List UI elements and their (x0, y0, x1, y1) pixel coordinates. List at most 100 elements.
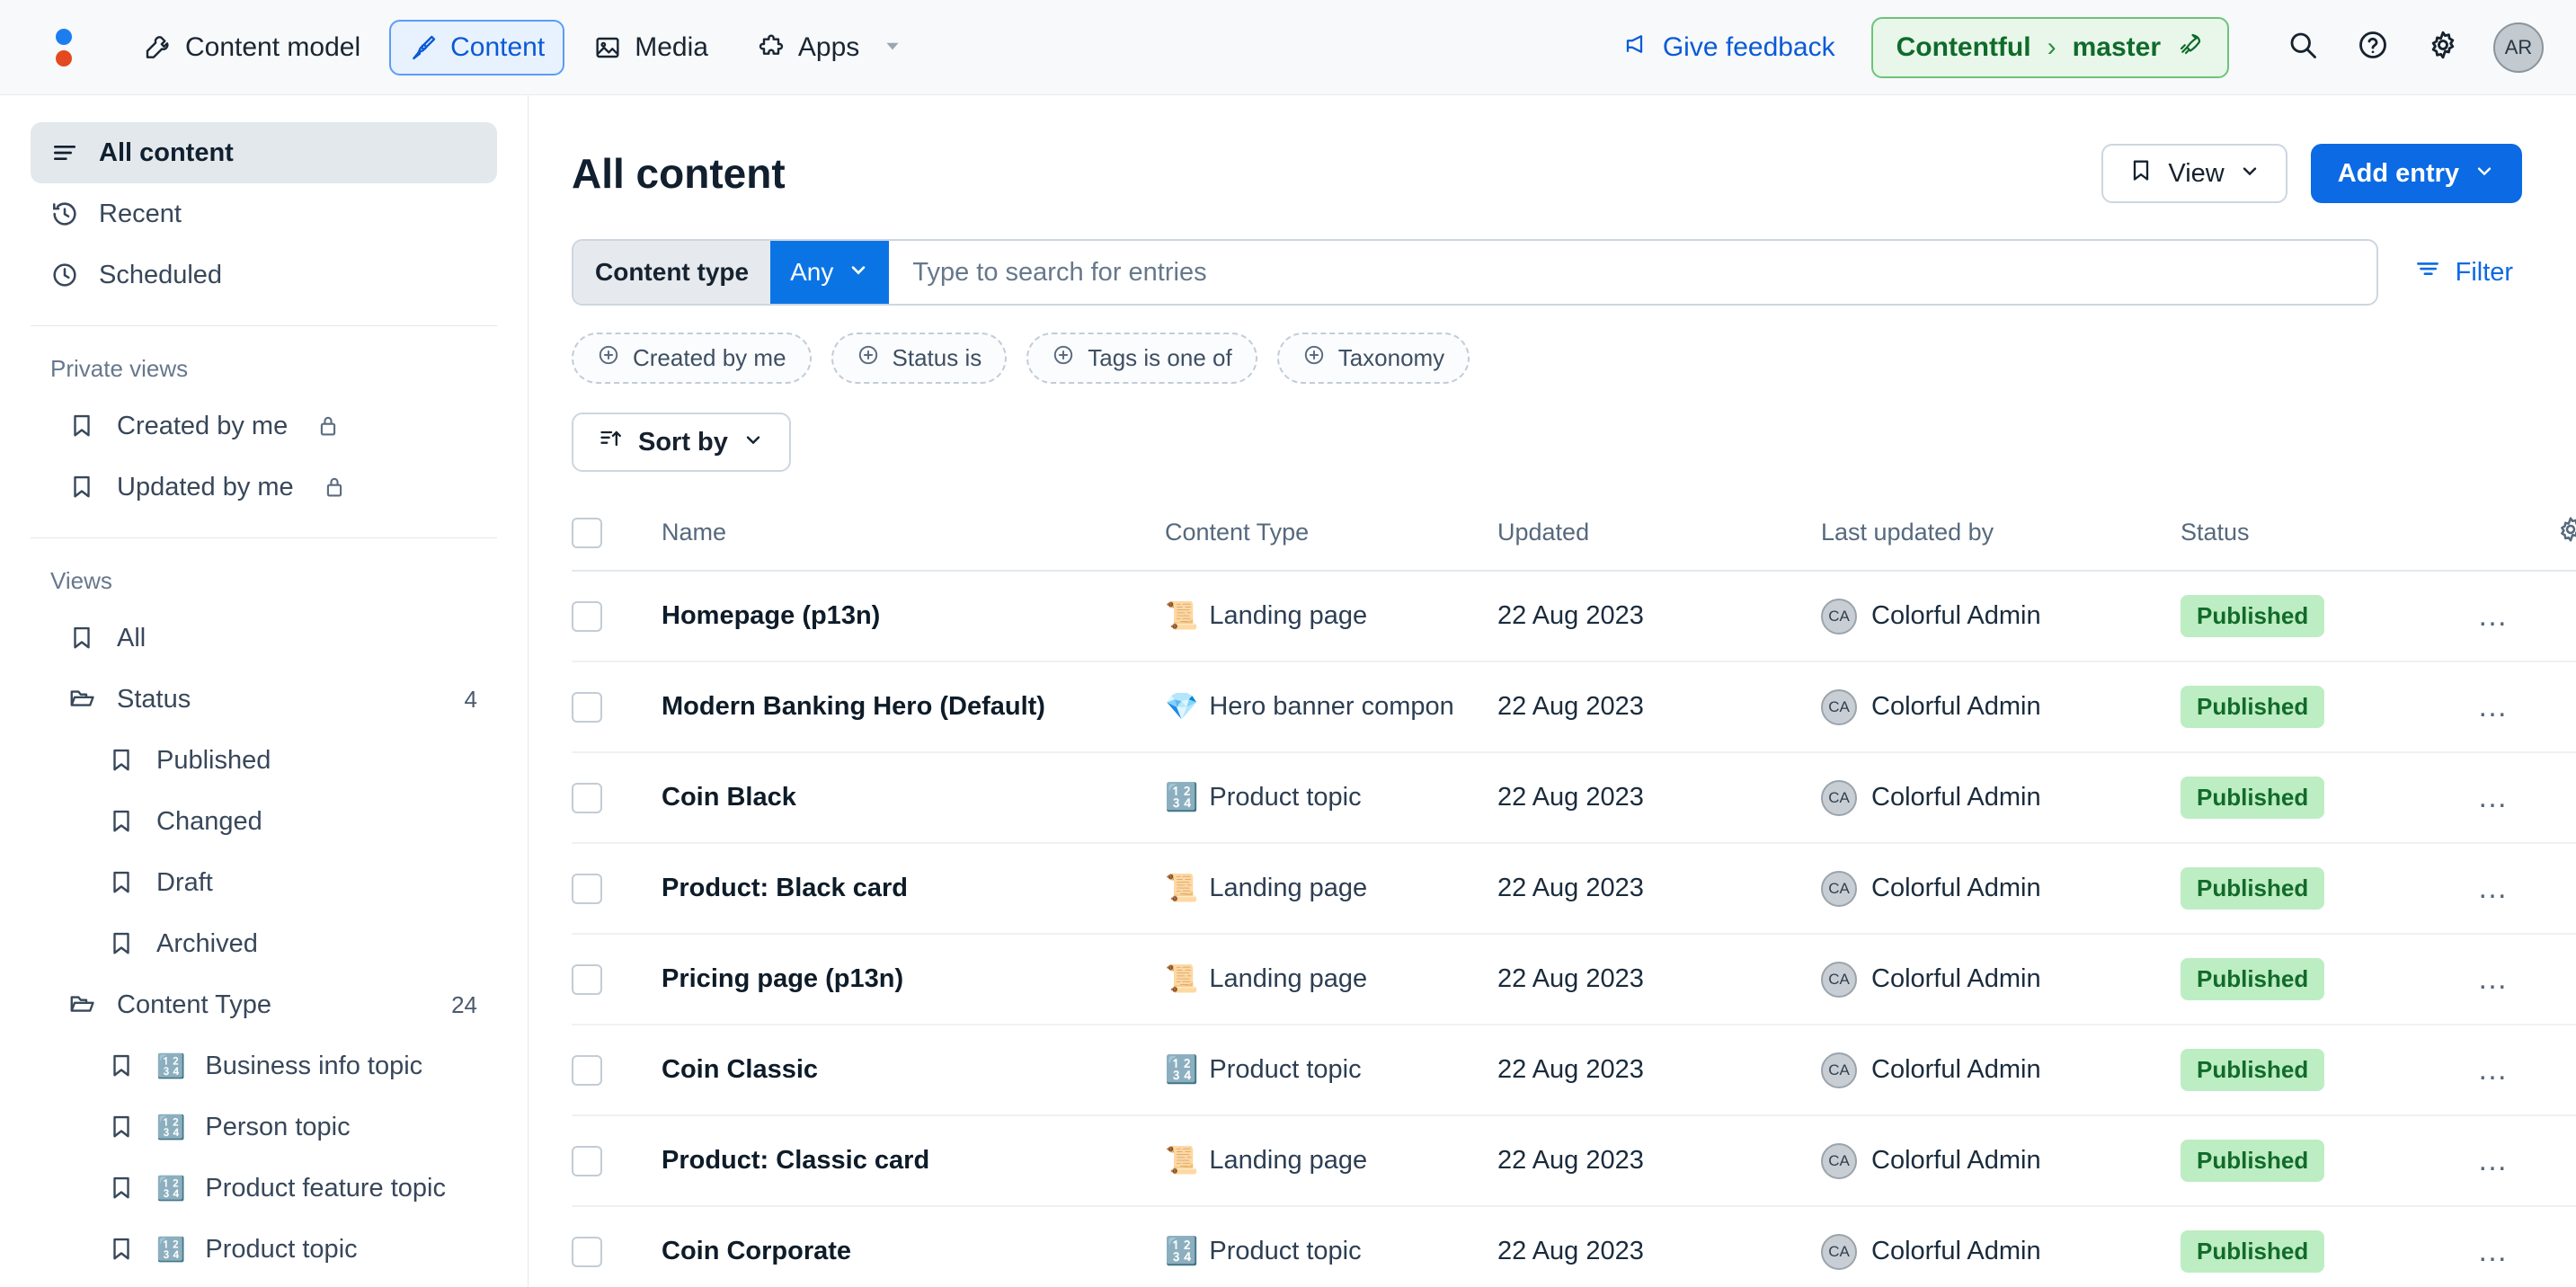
entry-name[interactable]: Homepage (p13n) (662, 601, 880, 630)
sidebar-view-changed[interactable]: Changed (31, 791, 497, 852)
row-more-actions-button[interactable]: … (2477, 689, 2509, 723)
sidebar-view-all[interactable]: All (31, 608, 497, 669)
row-checkbox[interactable] (572, 1145, 602, 1176)
status-badge: Published (2181, 686, 2325, 728)
sidebar-view-published[interactable]: Published (31, 730, 497, 791)
sidebar-folder-content-type[interactable]: Content Type 24 (31, 974, 497, 1035)
row-more-actions-button[interactable]: … (2477, 1052, 2509, 1087)
content-type-select[interactable]: Any (770, 241, 890, 304)
status-badge: Published (2181, 1140, 2325, 1182)
last-updated-by-name: Colorful Admin (1871, 692, 2041, 721)
sidebar-view-product-feature-topic[interactable]: 🔢 Product feature topic (31, 1158, 497, 1219)
sidebar-divider-1 (31, 325, 497, 326)
avatar: CA (1821, 598, 1857, 635)
user-avatar[interactable]: AR (2493, 22, 2544, 73)
sidebar-view-draft[interactable]: Draft (31, 852, 497, 913)
give-feedback-button[interactable]: Give feedback (1623, 31, 1835, 65)
main-header: All content View Add entry (572, 95, 2523, 203)
chip-taxonomy-label: Taxonomy (1337, 344, 1445, 371)
table-row[interactable]: Product: Classic card 📜 Landing page 22 Aug… (572, 1115, 2576, 1207)
table-row[interactable]: Coin Black 🔢 Product topic 22 Aug 2023 CA Col… (572, 752, 2576, 844)
row-more-actions-button[interactable]: … (2477, 780, 2509, 814)
row-more-actions-button[interactable]: … (2477, 962, 2509, 996)
column-header-name[interactable]: Name (662, 495, 1165, 572)
sidebar-view-business-info-topic[interactable]: 🔢 Business info topic (31, 1035, 497, 1096)
entry-name[interactable]: Product: Black card (662, 874, 908, 902)
clock-icon (50, 261, 79, 289)
contentful-logo[interactable] (36, 22, 86, 73)
table-row[interactable]: Coin Classic 🔢 Product topic 22 Aug 2023 CA C… (572, 1025, 2576, 1116)
chip-created-by-me[interactable]: Created by me (572, 333, 812, 384)
bookmark-icon (108, 1174, 137, 1203)
row-updated-cell: 22 Aug 2023 (1497, 843, 1821, 935)
table-row[interactable]: Homepage (p13n) 📜 Landing page 22 Aug 2023 C… (572, 571, 2576, 662)
nav-media[interactable]: Media (573, 20, 728, 75)
row-checkbox[interactable] (572, 1236, 602, 1267)
row-actions-cell: … (2477, 1206, 2576, 1287)
sidebar-item-recent[interactable]: Recent (31, 183, 497, 244)
row-more-actions-button[interactable]: … (2477, 599, 2509, 633)
entry-name[interactable]: Modern Banking Hero (Default) (662, 692, 1045, 721)
user-avatar-initials: AR (2504, 35, 2533, 58)
nav-content-model[interactable]: Content model (124, 20, 380, 75)
table-row[interactable]: Product: Black card 📜 Landing page 22 Aug 2… (572, 843, 2576, 935)
row-checkbox[interactable] (572, 782, 602, 813)
chip-tags-is-one-of[interactable]: Tags is one of (1026, 333, 1257, 384)
column-header-status[interactable]: Status (2181, 495, 2477, 572)
row-more-actions-button[interactable]: … (2477, 1143, 2509, 1177)
sort-by-button[interactable]: Sort by (572, 413, 791, 472)
row-name-cell: Product: Classic card (662, 1115, 1165, 1207)
row-more-actions-button[interactable]: … (2477, 871, 2509, 905)
entry-name[interactable]: Coin Corporate (662, 1237, 851, 1265)
space-environment-selector[interactable]: Contentful › master (1870, 16, 2229, 78)
table-row[interactable]: Coin Corporate 🔢 Product topic 22 Aug 2023 C… (572, 1206, 2576, 1287)
entry-name[interactable]: Coin Black (662, 783, 796, 812)
nav-apps[interactable]: Apps (737, 20, 922, 75)
row-checkbox[interactable] (572, 691, 602, 723)
column-header-content-type[interactable]: Content Type (1165, 495, 1497, 572)
sort-row: Sort by (572, 413, 2522, 472)
entry-name[interactable]: Product: Classic card (662, 1146, 929, 1175)
filter-button[interactable]: Filter (2378, 255, 2522, 289)
row-name-cell: Coin Black (662, 752, 1165, 844)
nav-content[interactable]: Content (389, 19, 565, 75)
content-type-label: Content type (573, 241, 771, 304)
row-more-actions-button[interactable]: … (2477, 1234, 2509, 1268)
chip-status-is-label: Status is (892, 344, 982, 371)
table-row[interactable]: Pricing page (p13n) 📜 Landing page 22 Aug 2… (572, 934, 2576, 1025)
entry-name[interactable]: Pricing page (p13n) (662, 964, 903, 993)
row-select-cell (572, 843, 662, 935)
column-header-updated[interactable]: Updated (1497, 495, 1821, 572)
chevron-down-icon (883, 32, 902, 63)
gear-icon[interactable] (2556, 517, 2576, 549)
sidebar-view-product-topic[interactable]: 🔢 Product topic (31, 1219, 497, 1280)
search-input[interactable] (889, 257, 2376, 288)
sidebar-folder-status[interactable]: Status 4 (31, 669, 497, 730)
sidebar-view-archived[interactable]: Archived (31, 913, 497, 974)
column-header-last-updated-by[interactable]: Last updated by (1821, 495, 2181, 572)
row-checkbox[interactable] (572, 963, 602, 995)
sidebar-item-all-content[interactable]: All content (31, 122, 497, 183)
add-entry-button[interactable]: Add entry (2310, 144, 2523, 203)
settings-button[interactable] (2416, 21, 2470, 75)
sidebar: All content Recent Scheduled Private vie… (0, 95, 529, 1287)
entry-name[interactable]: Coin Classic (662, 1055, 818, 1084)
search-icon-button[interactable] (2276, 21, 2330, 75)
row-checkbox[interactable] (572, 1054, 602, 1086)
row-checkbox[interactable] (572, 600, 602, 632)
nav-content-label: Content (450, 31, 546, 62)
chip-taxonomy[interactable]: Taxonomy (1276, 333, 1470, 384)
main-panel: All content View Add entry Content type … (529, 95, 2576, 1287)
table-row[interactable]: Modern Banking Hero (Default) 💎 Hero banne… (572, 661, 2576, 753)
row-checkbox[interactable] (572, 873, 602, 904)
row-status-cell: Published (2181, 571, 2477, 662)
sidebar-item-created-by-me[interactable]: Created by me (31, 395, 497, 457)
select-all-checkbox[interactable] (572, 517, 602, 548)
sidebar-item-updated-by-me[interactable]: Updated by me (31, 457, 497, 518)
sidebar-view-person-topic[interactable]: 🔢 Person topic (31, 1096, 497, 1158)
view-button[interactable]: View (2101, 144, 2287, 203)
sidebar-item-scheduled[interactable]: Scheduled (31, 244, 497, 306)
help-button[interactable] (2346, 21, 2400, 75)
chip-status-is[interactable]: Status is (831, 333, 1008, 384)
row-last-updated-by-cell: CA Colorful Admin (1821, 1025, 2181, 1116)
